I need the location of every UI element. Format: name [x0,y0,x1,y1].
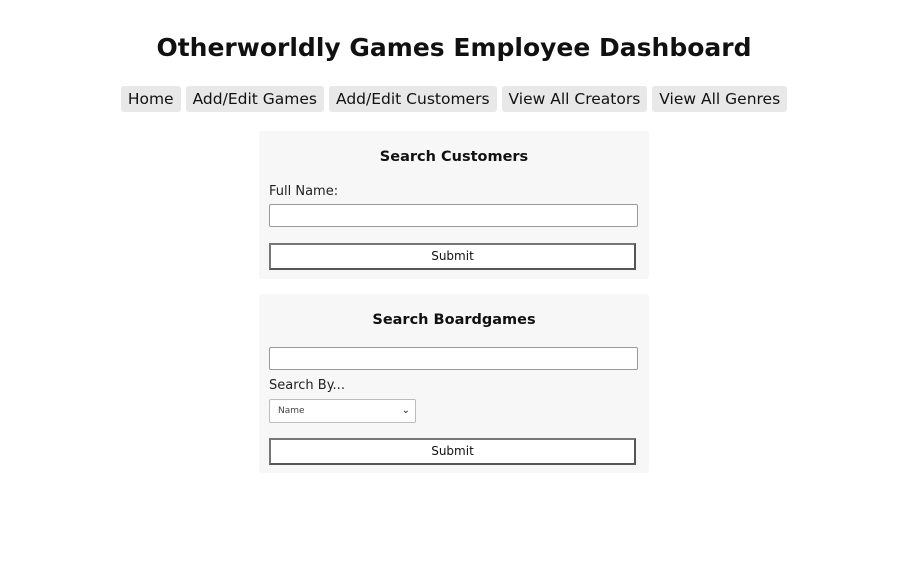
search-customers-title: Search Customers [379,149,529,165]
nav-add-edit-games[interactable]: Add/Edit Games [185,86,324,112]
nav-home[interactable]: Home [120,86,181,112]
nav-view-all-genres[interactable]: View All Genres [652,86,788,112]
chevron-down-icon: ⌄ [401,405,410,416]
search-boardgames-form: Search Boardgames Search By... Name ⌄ Su… [259,294,649,473]
search-customers-submit-button[interactable]: Submit [269,243,636,270]
main-nav: Home Add/Edit Games Add/Edit Customers V… [0,86,900,112]
nav-view-all-creators[interactable]: View All Creators [501,86,648,112]
search-boardgames-title: Search Boardgames [372,312,536,328]
nav-add-edit-customers[interactable]: Add/Edit Customers [329,86,497,112]
full-name-input[interactable] [269,204,638,227]
page-title: Otherworldly Games Employee Dashboard [156,33,752,62]
search-by-select[interactable]: Name ⌄ [269,399,416,423]
search-customers-form: Search Customers Full Name: Submit [259,131,649,279]
boardgame-search-input[interactable] [269,347,638,370]
full-name-label: Full Name: [269,184,339,199]
search-boardgames-submit-button[interactable]: Submit [269,438,636,465]
search-by-label: Search By... [269,378,345,393]
search-by-selected-value: Name [278,406,305,416]
